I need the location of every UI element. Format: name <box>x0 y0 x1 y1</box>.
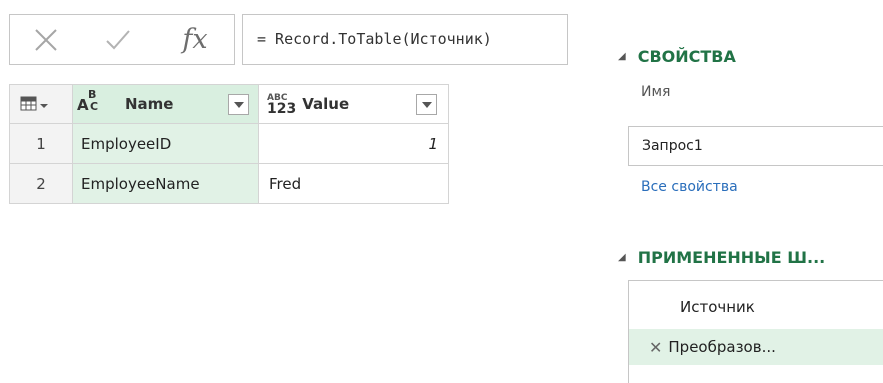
text-type-icon[interactable]: ABC <box>77 88 125 116</box>
properties-section-header[interactable]: ◢ СВОЙСТВА <box>618 47 736 66</box>
section-title: ПРИМЕНЕННЫЕ Ш... <box>637 248 826 267</box>
formula-input[interactable]: = Record.ToTable(Источник) <box>242 14 568 65</box>
table-cell[interactable]: Fred <box>259 164 449 204</box>
section-title: СВОЙСТВА <box>637 47 736 66</box>
query-name-input[interactable]: Запрос1 <box>628 126 883 166</box>
step-item[interactable]: Источник <box>629 289 883 325</box>
step-label: Преобразов... <box>668 338 776 356</box>
check-icon[interactable] <box>98 15 138 64</box>
data-grid: ABC Name ABC 123 Value 1 EmployeeID 1 2 E… <box>9 84 449 205</box>
step-item-selected[interactable]: ✕ Преобразов... <box>629 329 883 365</box>
table-cell[interactable]: EmployeeID <box>73 124 259 164</box>
name-label: Имя <box>641 84 671 100</box>
table-cell[interactable]: EmployeeName <box>73 164 259 204</box>
any-type-icon[interactable]: ABC 123 <box>267 93 296 116</box>
formula-controls: fx <box>9 14 235 65</box>
delete-step-icon[interactable]: ✕ <box>649 338 662 357</box>
column-title: Name <box>125 95 174 113</box>
row-number[interactable]: 2 <box>9 164 73 204</box>
column-header-value[interactable]: ABC 123 Value <box>259 84 449 124</box>
table-menu-button[interactable] <box>9 84 73 124</box>
column-header-name[interactable]: ABC Name <box>73 84 259 124</box>
table-cell[interactable]: 1 <box>259 124 449 164</box>
collapse-triangle-icon[interactable]: ◢ <box>618 51 626 62</box>
applied-steps-section-header[interactable]: ◢ ПРИМЕНЕННЫЕ Ш... <box>618 248 825 267</box>
filter-dropdown-button[interactable] <box>228 94 249 115</box>
close-icon[interactable] <box>26 15 66 64</box>
applied-steps-list: Источник ✕ Преобразов... <box>628 280 883 383</box>
all-properties-link[interactable]: Все свойства <box>641 179 738 195</box>
column-title: Value <box>302 95 350 113</box>
row-number[interactable]: 1 <box>9 124 73 164</box>
collapse-triangle-icon[interactable]: ◢ <box>618 252 626 263</box>
fx-icon[interactable]: fx <box>170 15 220 64</box>
filter-dropdown-button[interactable] <box>416 94 437 115</box>
